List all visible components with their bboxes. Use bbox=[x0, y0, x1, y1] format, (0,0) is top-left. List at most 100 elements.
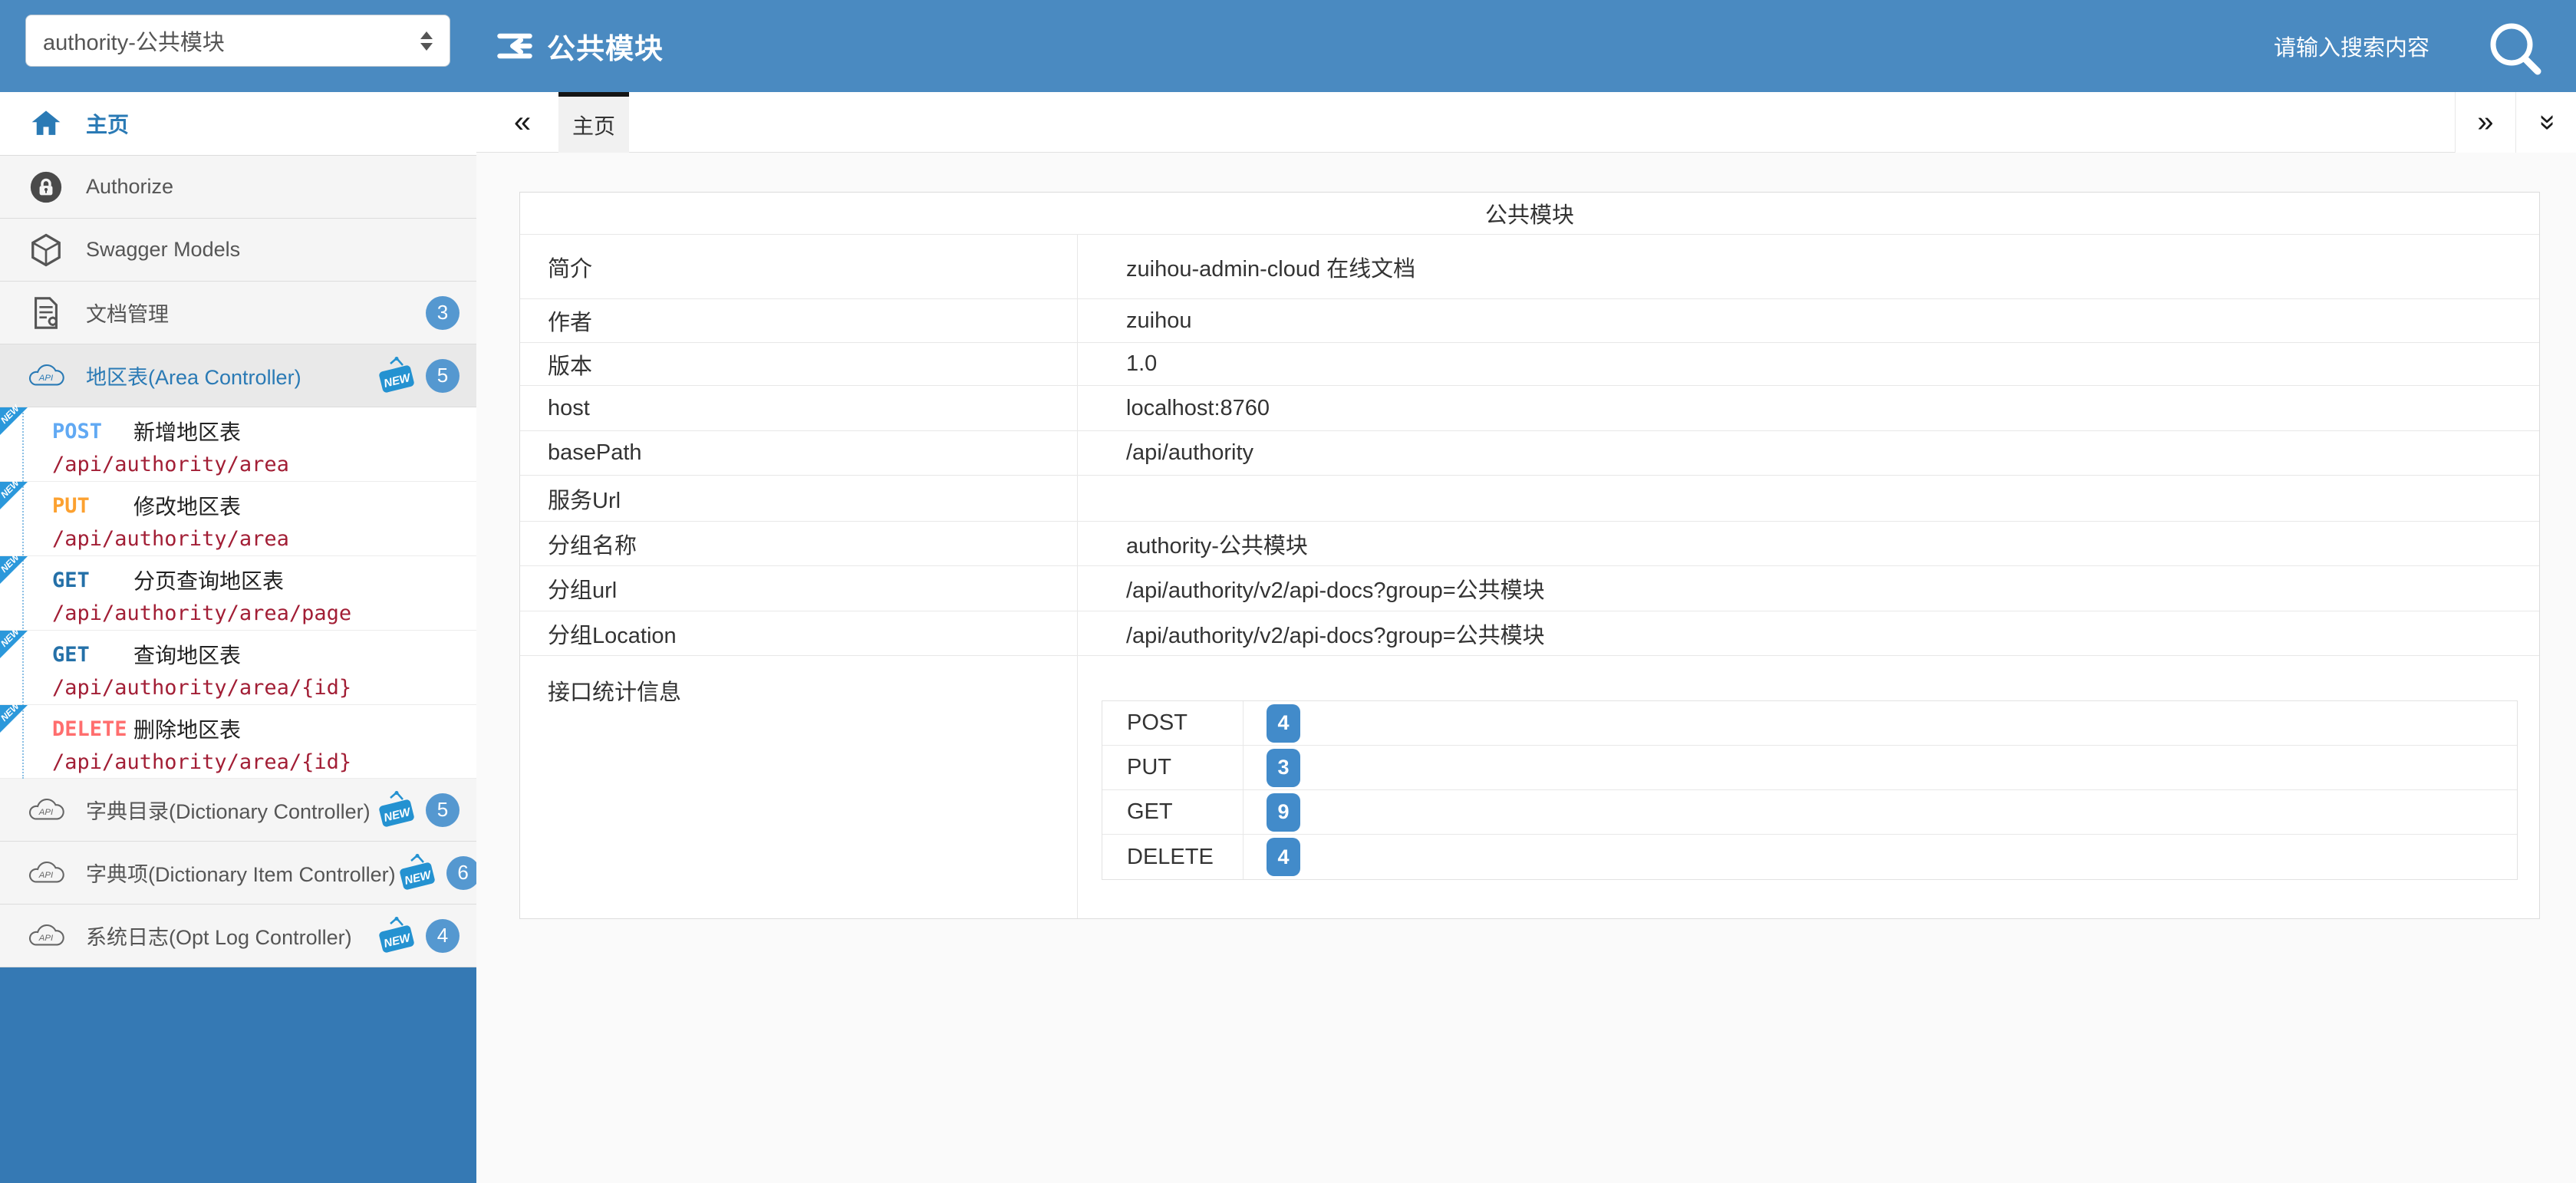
count-badge: 4 bbox=[426, 919, 460, 953]
new-ribbon-icon: NEW bbox=[0, 407, 28, 435]
operation-title: 删除地区表 bbox=[133, 713, 241, 744]
row-value: localhost:8760 bbox=[1078, 386, 2539, 430]
stats-method-label: POST bbox=[1102, 701, 1244, 745]
new-ribbon-icon: NEW bbox=[0, 631, 28, 658]
svg-text:API: API bbox=[38, 808, 54, 817]
sidebar-item-dictionary-item-controller[interactable]: API 字典项(Dictionary Item Controller) NEW … bbox=[0, 842, 476, 905]
row-label: basePath bbox=[520, 431, 1078, 475]
tab-scroll-left-icon[interactable]: « bbox=[499, 92, 545, 153]
method-label: PUT bbox=[52, 494, 133, 518]
row-value: /api/authority bbox=[1078, 431, 2539, 475]
app-window: authority-公共模块 公共模块 请输入搜索内容 bbox=[0, 0, 2576, 1183]
row-value: 1.0 bbox=[1078, 343, 2539, 385]
operation-item-get-area-page[interactable]: NEW GET 分页查询地区表 /api/authority/area/page bbox=[0, 556, 476, 631]
svg-text:API: API bbox=[38, 934, 54, 943]
operation-path: /api/authority/area bbox=[52, 527, 476, 551]
new-tag-icon: NEW bbox=[375, 355, 418, 397]
tab-home[interactable]: 主页 bbox=[558, 92, 629, 153]
count-badge: 6 bbox=[446, 856, 476, 890]
stats-count-badge: 4 bbox=[1267, 704, 1300, 743]
sidebar-item-label: Authorize bbox=[86, 175, 173, 199]
sidebar-item-label: 字典项(Dictionary Item Controller) bbox=[86, 858, 396, 888]
outdent-menu-icon bbox=[495, 26, 535, 66]
sidebar-item-home[interactable]: 主页 bbox=[0, 92, 476, 156]
stats-count-badge: 3 bbox=[1267, 749, 1300, 787]
sidebar-item-swagger-models[interactable]: Swagger Models bbox=[0, 219, 476, 282]
svg-text:API: API bbox=[38, 374, 54, 383]
sidebar-item-label: 地区表(Area Controller) bbox=[86, 361, 301, 390]
operation-item-post-area[interactable]: NEW POST 新增地区表 /api/authority/area bbox=[0, 407, 476, 482]
table-title: 公共模块 bbox=[520, 193, 2539, 235]
table-row: 服务Url bbox=[520, 476, 2539, 522]
new-ribbon-icon: NEW bbox=[0, 705, 28, 733]
group-select-value: authority-公共模块 bbox=[43, 25, 225, 57]
new-ribbon-icon: NEW bbox=[0, 482, 28, 509]
sidebar-item-label: Swagger Models bbox=[86, 238, 240, 262]
page-title: 公共模块 bbox=[547, 25, 664, 67]
document-gear-icon bbox=[26, 295, 66, 331]
sidebar-item-opt-log-controller[interactable]: API 系统日志(Opt Log Controller) NEW 4 bbox=[0, 905, 476, 967]
stats-row: POST 4 bbox=[1102, 701, 2517, 746]
row-value: zuihou-admin-cloud 在线文档 bbox=[1078, 235, 2539, 298]
stats-row: GET 9 bbox=[1102, 790, 2517, 835]
table-row: 版本 1.0 bbox=[520, 343, 2539, 386]
api-cloud-icon: API bbox=[26, 859, 66, 887]
row-label: 分组url bbox=[520, 566, 1078, 611]
table-row: 作者 zuihou bbox=[520, 299, 2539, 343]
row-label: 作者 bbox=[520, 299, 1078, 342]
stats-method-label: PUT bbox=[1102, 746, 1244, 789]
count-badge: 5 bbox=[426, 359, 460, 393]
method-label: GET bbox=[52, 643, 133, 667]
sidebar-item-authorize[interactable]: Authorize bbox=[0, 156, 476, 219]
hexagon-model-icon bbox=[26, 232, 66, 268]
count-badge: 3 bbox=[426, 296, 460, 330]
operation-item-delete-area-id[interactable]: NEW DELETE 删除地区表 /api/authority/area/{id… bbox=[0, 705, 476, 779]
operation-item-put-area[interactable]: NEW PUT 修改地区表 /api/authority/area bbox=[0, 482, 476, 556]
api-cloud-icon: API bbox=[26, 796, 66, 824]
new-ribbon-icon: NEW bbox=[0, 556, 28, 584]
table-row-api-stats: 接口统计信息 POST 4 PUT 3 GET 9 bbox=[520, 656, 2539, 918]
search-input[interactable]: 请输入搜索内容 bbox=[2274, 0, 2429, 92]
row-value: /api/authority/v2/api-docs?group=公共模块 bbox=[1078, 566, 2539, 611]
table-row: 简介 zuihou-admin-cloud 在线文档 bbox=[520, 235, 2539, 299]
sidebar-item-area-controller[interactable]: API 地区表(Area Controller) NEW 5 bbox=[0, 344, 476, 407]
sidebar-item-label: 系统日志(Opt Log Controller) bbox=[86, 921, 352, 951]
new-tag-icon: NEW bbox=[396, 852, 439, 894]
top-header-bar: authority-公共模块 公共模块 请输入搜索内容 bbox=[0, 0, 2576, 92]
search-icon[interactable] bbox=[2484, 18, 2548, 83]
row-label: 分组Location bbox=[520, 611, 1078, 655]
svg-text:API: API bbox=[38, 871, 54, 880]
module-info-table: 公共模块 简介 zuihou-admin-cloud 在线文档 作者 zuiho… bbox=[519, 192, 2540, 919]
operation-title: 查询地区表 bbox=[133, 639, 241, 670]
sidebar-item-doc-manage[interactable]: 文档管理 3 bbox=[0, 282, 476, 344]
row-label: 接口统计信息 bbox=[520, 656, 1078, 918]
sidebar-item-dictionary-controller[interactable]: API 字典目录(Dictionary Controller) NEW 5 bbox=[0, 779, 476, 842]
api-stats-table: POST 4 PUT 3 GET 9 DELETE bbox=[1102, 700, 2518, 880]
group-select[interactable]: authority-公共模块 bbox=[25, 15, 450, 67]
operation-title: 分页查询地区表 bbox=[133, 565, 284, 595]
row-label: 简介 bbox=[520, 235, 1078, 298]
home-icon bbox=[26, 107, 66, 140]
stats-count-badge: 4 bbox=[1267, 838, 1300, 876]
operation-item-get-area-id[interactable]: NEW GET 查询地区表 /api/authority/area/{id} bbox=[0, 631, 476, 705]
row-label: host bbox=[520, 386, 1078, 430]
operation-path: /api/authority/area/{id} bbox=[52, 750, 476, 774]
api-cloud-icon: API bbox=[26, 922, 66, 950]
tab-scroll-right-icon[interactable]: » bbox=[2455, 92, 2515, 153]
operation-list: NEW POST 新增地区表 /api/authority/area NEW P… bbox=[0, 407, 476, 779]
sidebar-item-label: 主页 bbox=[86, 108, 129, 139]
new-tag-icon: NEW bbox=[375, 915, 418, 957]
operation-path: /api/authority/area/{id} bbox=[52, 676, 476, 700]
table-row: 分组Location /api/authority/v2/api-docs?gr… bbox=[520, 611, 2539, 656]
method-label: POST bbox=[52, 420, 133, 443]
lock-icon bbox=[26, 170, 66, 205]
tab-menu-chevron-down-icon[interactable]: « bbox=[2515, 92, 2576, 153]
stats-row: DELETE 4 bbox=[1102, 835, 2517, 879]
stats-method-label: GET bbox=[1102, 790, 1244, 834]
tab-bar: « 主页 » « bbox=[476, 92, 2576, 153]
stats-count-badge: 9 bbox=[1267, 793, 1300, 832]
count-badge: 5 bbox=[426, 793, 460, 827]
method-label: GET bbox=[52, 568, 133, 592]
select-arrows-icon bbox=[420, 31, 433, 51]
method-label: DELETE bbox=[52, 717, 133, 741]
